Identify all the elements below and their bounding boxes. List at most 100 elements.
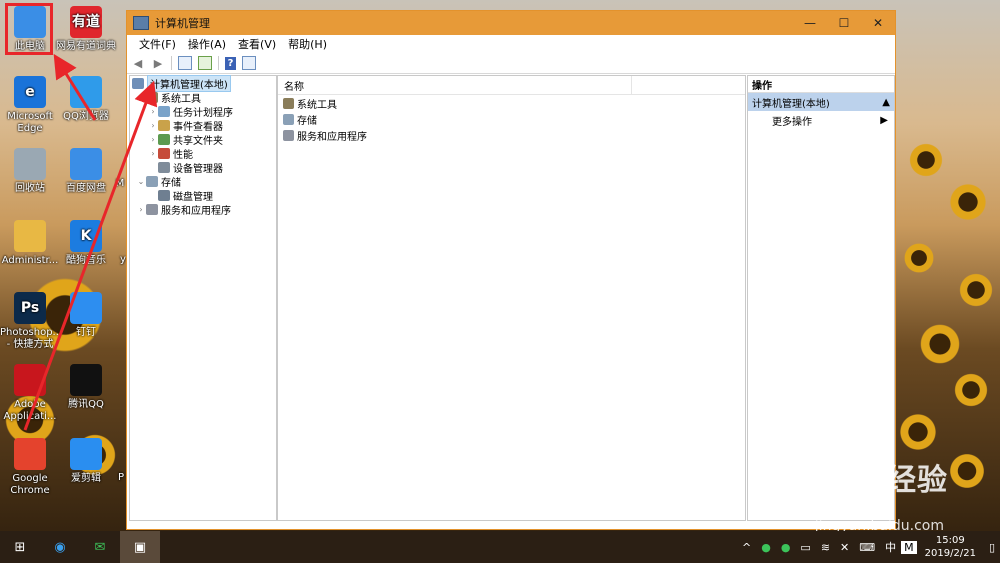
- tree-node-label: 磁盘管理: [173, 191, 213, 203]
- title-bar[interactable]: 计算机管理 — ☐ ✕: [127, 11, 895, 35]
- list-item-label: 存储: [297, 115, 317, 127]
- desktop-icon-aijianji[interactable]: 爱剪辑: [56, 438, 116, 485]
- desktop-icon-recycle-bin[interactable]: 回收站: [0, 148, 60, 195]
- desktop-icon-qq-browser[interactable]: QQ浏览器: [56, 76, 116, 123]
- taskbar: ⊞ ◉ ✉ ▣ ^ ● ● ▭ ≋ ✕ ⌨ 中 M 15:09 2019/2/2…: [0, 531, 1000, 563]
- input-language-indicator[interactable]: 中: [880, 539, 901, 555]
- show-hide-tree-icon[interactable]: [178, 56, 192, 70]
- list-item[interactable]: 存储: [278, 111, 745, 127]
- show-action-pane-icon[interactable]: [242, 56, 256, 70]
- desktop-icon-qq[interactable]: 腾讯QQ: [56, 364, 116, 411]
- more-actions-item[interactable]: 更多操作 ▶: [748, 111, 894, 129]
- computer-management-window: 计算机管理 — ☐ ✕ 文件(F) 操作(A) 查看(V) 帮助(H) ◀ ▶ …: [126, 10, 896, 530]
- wechat-tray-icon[interactable]: ●: [756, 541, 776, 554]
- help-icon[interactable]: ?: [225, 56, 236, 70]
- tree-expander-icon[interactable]: ⌄: [136, 93, 146, 102]
- tree-expander-icon[interactable]: ›: [136, 205, 146, 214]
- photoshop-icon: Ps: [14, 292, 46, 324]
- desktop-icon-label: Photoshop... - 快捷方式: [0, 327, 63, 350]
- tree-node[interactable]: 磁盘管理: [130, 188, 276, 203]
- computer-management-taskbar-icon[interactable]: ▣: [120, 531, 160, 563]
- tree-node[interactable]: › 任务计划程序: [130, 104, 276, 119]
- column-header-name[interactable]: 名称: [278, 76, 745, 95]
- menu-file[interactable]: 文件(F): [133, 36, 182, 52]
- system-clock[interactable]: 15:09 2019/2/21: [917, 534, 984, 560]
- desktop-icon-label: Google Chrome: [10, 473, 50, 496]
- baidu-pan-icon: [70, 148, 102, 180]
- tree-node-icon: [158, 119, 170, 131]
- desktop-icon-adobe[interactable]: Adobe Applicati...: [0, 364, 60, 423]
- toolbar-separator: [218, 56, 219, 70]
- ime-mode-indicator[interactable]: M: [901, 540, 917, 554]
- tree-expander-icon[interactable]: ›: [148, 149, 158, 158]
- maximize-button[interactable]: ☐: [827, 11, 861, 35]
- desktop-icon-photoshop[interactable]: Ps Photoshop... - 快捷方式: [0, 292, 63, 351]
- desktop-icon-chrome[interactable]: Google Chrome: [0, 438, 60, 497]
- list-item-icon: [283, 97, 294, 109]
- notification-center-icon[interactable]: ▯: [984, 541, 1000, 554]
- tree-node-icon: [158, 133, 170, 145]
- qq-icon: [70, 364, 102, 396]
- close-button[interactable]: ✕: [861, 11, 895, 35]
- actions-section-header[interactable]: 计算机管理(本地) ▲: [748, 93, 894, 111]
- list-item[interactable]: 系统工具: [278, 95, 745, 111]
- dingtalk-icon: [70, 292, 102, 324]
- column-divider: [631, 76, 632, 94]
- keyboard-icon[interactable]: ⌨: [854, 541, 880, 554]
- tree-node[interactable]: ⌄ 存储: [130, 174, 276, 189]
- tree-node-label: 事件查看器: [173, 121, 223, 133]
- forward-arrow-icon[interactable]: ▶: [151, 56, 165, 70]
- tree-node[interactable]: › 事件查看器: [130, 118, 276, 133]
- export-list-icon[interactable]: [198, 56, 212, 70]
- tree-node[interactable]: ⌄ 系统工具: [130, 90, 276, 105]
- tree-node[interactable]: › 性能: [130, 146, 276, 161]
- menu-bar: 文件(F) 操作(A) 查看(V) 帮助(H): [127, 35, 895, 53]
- system-tray: ^ ● ● ▭ ≋ ✕ ⌨ 中 M 15:09 2019/2/21 ▯: [737, 531, 1000, 563]
- list-item-icon: [283, 129, 294, 141]
- selection-highlight: [5, 3, 53, 55]
- wifi-icon[interactable]: ≋: [816, 541, 835, 554]
- desktop-icon-edge[interactable]: e Microsoft Edge: [0, 76, 60, 135]
- tree-node[interactable]: › 服务和应用程序: [130, 202, 276, 217]
- desktop-icon-youdao[interactable]: 有道 网易有道词典: [56, 6, 116, 53]
- desktop-icon-user-folder[interactable]: Administr...: [0, 220, 60, 267]
- tree-node[interactable]: › 共享文件夹: [130, 132, 276, 147]
- tree-root[interactable]: 计算机管理(本地): [130, 74, 276, 92]
- tree-expander-icon[interactable]: ›: [148, 107, 158, 116]
- menu-action[interactable]: 操作(A): [182, 36, 232, 52]
- desktop-icon-baidu-pan[interactable]: 百度网盘: [56, 148, 116, 195]
- desktop-icon-label: 网易有道词典: [56, 41, 116, 52]
- tree-node-label: 任务计划程序: [173, 107, 233, 119]
- partial-label: P: [117, 472, 125, 483]
- tree-expander-icon[interactable]: ›: [148, 121, 158, 130]
- computer-management-icon: [132, 77, 144, 89]
- battery-icon[interactable]: ▭: [795, 541, 815, 554]
- tree-node-icon: [146, 203, 158, 215]
- tree-expander-icon[interactable]: ›: [148, 135, 158, 144]
- desktop-icon-dingtalk[interactable]: 钉钉: [56, 292, 116, 339]
- wechat-taskbar-icon[interactable]: ✉: [80, 531, 120, 563]
- submenu-arrow-icon: ▶: [880, 114, 888, 126]
- list-item[interactable]: 服务和应用程序: [278, 127, 745, 143]
- qq-browser-taskbar-icon[interactable]: ◉: [40, 531, 80, 563]
- watermark-logo: Bai du 经验: [761, 463, 948, 498]
- minimize-button[interactable]: —: [793, 11, 827, 35]
- menu-help[interactable]: 帮助(H): [282, 36, 333, 52]
- wechat-work-tray-icon[interactable]: ●: [776, 541, 796, 554]
- desktop-icon-label: 百度网盘: [66, 183, 106, 194]
- menu-view[interactable]: 查看(V): [232, 36, 282, 52]
- tree-node[interactable]: 设备管理器: [130, 160, 276, 175]
- collapse-up-icon[interactable]: ▲: [882, 97, 890, 108]
- actions-title: 操作: [748, 76, 894, 93]
- tray-overflow-chevron[interactable]: ^: [737, 541, 756, 554]
- tree-node-label: 设备管理器: [173, 163, 223, 175]
- desktop-icon-label: 酷狗音乐: [66, 255, 106, 266]
- tree-expander-icon[interactable]: ⌄: [136, 177, 146, 186]
- volume-mute-icon[interactable]: ✕: [835, 541, 854, 554]
- adobe-icon: [14, 364, 46, 396]
- list-item-label: 系统工具: [297, 99, 337, 111]
- back-arrow-icon[interactable]: ◀: [131, 56, 145, 70]
- toolbar-separator: [171, 56, 172, 70]
- desktop-icon-kugou[interactable]: K 酷狗音乐: [56, 220, 116, 267]
- start-windows-icon[interactable]: ⊞: [0, 531, 40, 563]
